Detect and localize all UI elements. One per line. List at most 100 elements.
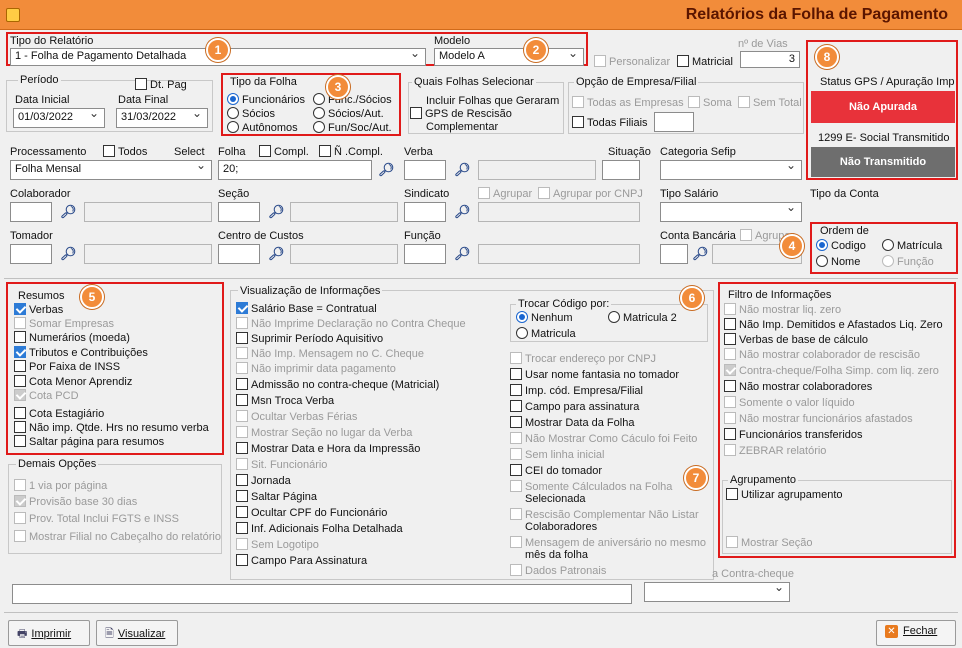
opt-campo-assinatura[interactable]: Campo para assinatura <box>510 400 639 413</box>
verba-search-icon[interactable]: 🔎︎ <box>454 162 471 178</box>
opt-dados-patronais[interactable]: Dados Patronais <box>510 564 606 577</box>
radio-matricula[interactable]: Matricula <box>516 327 576 340</box>
personalizar-checkbox[interactable]: Personalizar <box>594 55 670 68</box>
select-link[interactable]: Select <box>174 146 205 158</box>
filtro-contra-cheque[interactable]: Contra-cheque/Folha Simp. com liq. zero <box>724 364 939 377</box>
opt-nome-fantasia[interactable]: Usar nome fantasia no tomador <box>510 368 679 381</box>
vis-ocultar-ferias[interactable]: Ocultar Verbas Férias <box>236 410 357 423</box>
sem-total-checkbox[interactable]: Sem Total <box>738 96 802 109</box>
filtro-zebrar[interactable]: ZEBRAR relatório <box>724 444 826 457</box>
imprimir-button[interactable]: 🖶︎ Imprimir <box>8 620 90 646</box>
resumo-cota-aprendiz[interactable]: Cota Menor Aprendiz <box>14 375 132 388</box>
vis-inf-adicionais[interactable]: Inf. Adicionais Folha Detalhada <box>236 522 403 535</box>
vis-mostrar-data-hora[interactable]: Mostrar Data e Hora da Impressão <box>236 442 420 455</box>
resumo-numerarios[interactable]: Numerários (moeda) <box>14 331 130 344</box>
centro-custos-search-icon[interactable]: 🔎︎ <box>268 246 285 262</box>
gps-rescisao-checkbox[interactable]: GPS de Rescisão <box>410 107 512 120</box>
vis-saltar-pagina[interactable]: Saltar Página <box>236 490 317 503</box>
demais-mostrar-filial[interactable]: Mostrar Filial no Cabeçalho do relatório <box>14 530 221 543</box>
vis-salario-base[interactable]: Salário Base = Contratual <box>236 302 377 315</box>
verba-code-input[interactable] <box>404 160 446 180</box>
utilizar-agrupamento-checkbox[interactable]: Utilizar agrupamento <box>726 488 843 501</box>
tomador-search-icon[interactable]: 🔎︎ <box>60 246 77 262</box>
n-compl-checkbox[interactable]: Ñ .Compl. <box>319 145 383 158</box>
funcao-search-icon[interactable]: 🔎︎ <box>454 246 471 262</box>
demais-1-via[interactable]: 1 via por página <box>14 479 107 492</box>
funcao-code-input[interactable] <box>404 244 446 264</box>
vias-input[interactable]: 3 <box>740 51 800 68</box>
vis-jornada[interactable]: Jornada <box>236 474 291 487</box>
radio-nenhum[interactable]: Nenhum <box>516 311 573 324</box>
resumo-cota-estagiario[interactable]: Cota Estagiário <box>14 407 104 420</box>
opt-cei-tomador[interactable]: CEI do tomador <box>510 464 602 477</box>
resumo-nao-imp-qtde[interactable]: Não imp. Qtde. Hrs no resumo verba <box>14 421 209 434</box>
opt-mensagem-aniversario[interactable]: Mensagem de aniversário no mesmo <box>510 536 706 549</box>
radio-funcionarios[interactable]: Funcionários <box>227 93 305 106</box>
resumo-cota-pcd[interactable]: Cota PCD <box>14 389 79 402</box>
filtro-liq-zero[interactable]: Não mostrar liq. zero <box>724 303 841 316</box>
opt-somente-calculados[interactable]: Somente Cálculados na Folha <box>510 480 672 493</box>
tipo-salario-select[interactable] <box>660 202 802 222</box>
filial-input[interactable] <box>654 112 694 132</box>
opt-imp-cod-empresa[interactable]: Imp. cód. Empresa/Filial <box>510 384 643 397</box>
todas-filiais-checkbox[interactable]: Todas Filiais <box>572 116 648 129</box>
radio-autonomos[interactable]: Autônomos <box>227 121 298 134</box>
radio-matricula2[interactable]: Matricula 2 <box>608 311 677 324</box>
processamento-select[interactable]: Folha Mensal <box>10 160 212 180</box>
colaborador-code-input[interactable] <box>10 202 52 222</box>
filtro-demitidos[interactable]: Não Imp. Demitidos e Afastados Liq. Zero <box>724 318 943 331</box>
vis-sit-funcionario[interactable]: Sit. Funcionário <box>236 458 327 471</box>
todas-empresas-checkbox[interactable]: Todas as Empresas <box>572 96 684 109</box>
soma-checkbox[interactable]: Soma <box>688 96 732 109</box>
radio-nome[interactable]: Nome <box>816 255 860 268</box>
vis-mostrar-secao[interactable]: Mostrar Seção no lugar da Verba <box>236 426 412 439</box>
radio-codigo[interactable]: Codigo <box>816 239 866 252</box>
data-inicial-input[interactable]: 01/03/2022 <box>13 108 105 128</box>
filtro-nao-mostrar-colab[interactable]: Não mostrar colaboradores <box>724 380 872 393</box>
data-final-input[interactable]: 31/03/2022 <box>116 108 208 128</box>
message-input[interactable] <box>12 584 632 604</box>
vis-nao-imprime-declaracao[interactable]: Não Imprime Declaração no Contra Cheque <box>236 317 466 330</box>
opt-nao-mostrar-calculo[interactable]: Não Mostrar Como Cáculo foi Feito <box>510 432 697 445</box>
radio-fun-soc-aut[interactable]: Fun/Soc/Aut. <box>313 121 392 134</box>
mostrar-secao-checkbox[interactable]: Mostrar Seção <box>726 536 813 549</box>
dt-pag-checkbox[interactable]: Dt. Pag <box>135 78 187 91</box>
radio-funcao-ordem[interactable]: Função <box>882 255 934 268</box>
conta-code-input[interactable] <box>660 244 688 264</box>
sindicato-search-icon[interactable]: 🔎︎ <box>454 204 471 220</box>
radio-func-socios[interactable]: Func./Sócios <box>313 93 392 106</box>
conta-search-icon[interactable]: 🔎︎ <box>692 246 709 262</box>
radio-socios[interactable]: Sócios <box>227 107 275 120</box>
colaborador-search-icon[interactable]: 🔎︎ <box>60 204 77 220</box>
resumo-somar-empresas[interactable]: Somar Empresas <box>14 317 114 330</box>
resumo-saltar-pagina[interactable]: Saltar página para resumos <box>14 435 164 448</box>
matricial-checkbox[interactable]: Matricial <box>677 55 733 68</box>
radio-socios-aut[interactable]: Sócios/Aut. <box>313 107 384 120</box>
fechar-button[interactable]: ✕ Fechar <box>876 620 956 646</box>
categoria-sefip-select[interactable] <box>660 160 802 180</box>
secao-code-input[interactable] <box>218 202 260 222</box>
filtro-somente-liquido[interactable]: Somente o valor líquido <box>724 396 855 409</box>
sindicato-code-input[interactable] <box>404 202 446 222</box>
situacao-input[interactable] <box>602 160 640 180</box>
compl-checkbox[interactable]: Compl. <box>259 145 309 158</box>
folha-input[interactable]: 20; <box>218 160 372 180</box>
vis-ocultar-cpf[interactable]: Ocultar CPF do Funcionário <box>236 506 387 519</box>
radio-matricula-ordem[interactable]: Matrícula <box>882 239 942 252</box>
opt-sem-linha-inicial[interactable]: Sem linha inicial <box>510 448 604 461</box>
agrupar-checkbox[interactable]: Agrupar <box>478 187 532 200</box>
vis-suprimir-periodo[interactable]: Suprimir Período Aquisitivo <box>236 332 383 345</box>
folha-search-icon[interactable]: 🔎︎ <box>378 162 395 178</box>
filtro-colab-rescisao[interactable]: Não mostrar colaborador de rescisão <box>724 348 920 361</box>
vis-sem-logotipo[interactable]: Sem Logotipo <box>236 538 319 551</box>
todos-checkbox[interactable]: Todos <box>103 145 147 158</box>
opt-rescisao-complementar[interactable]: Rescisão Complementar Não Listar <box>510 508 699 521</box>
secao-search-icon[interactable]: 🔎︎ <box>268 204 285 220</box>
vis-campo-assinatura[interactable]: Campo Para Assinatura <box>236 554 367 567</box>
resumo-tributos[interactable]: Tributos e Contribuições <box>14 346 148 359</box>
contra-cheque-select[interactable] <box>644 582 790 602</box>
centro-custos-code-input[interactable] <box>218 244 260 264</box>
filtro-verbas-base[interactable]: Verbas de base de cálculo <box>724 333 868 346</box>
vis-nao-imprimir-data[interactable]: Não imprimir data pagamento <box>236 362 396 375</box>
resumo-faixa-inss[interactable]: Por Faixa de INSS <box>14 360 120 373</box>
